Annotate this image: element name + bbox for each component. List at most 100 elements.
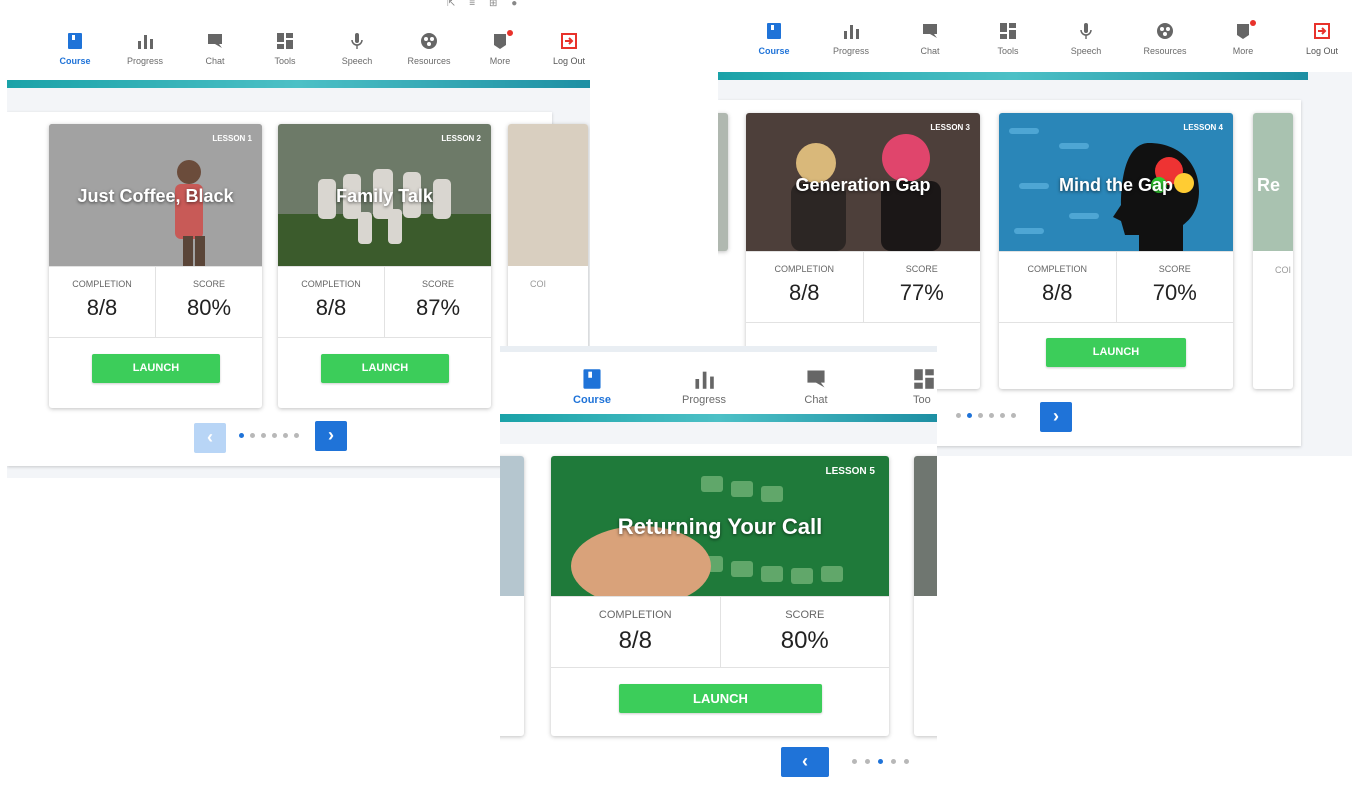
- lesson-number: LESSON 5: [825, 466, 875, 477]
- score-value: 70%: [1152, 280, 1197, 305]
- carousel-dot[interactable]: [978, 413, 983, 418]
- nav-progress[interactable]: Progress: [811, 12, 891, 56]
- notification-badge: [1250, 20, 1256, 26]
- nav-chat[interactable]: Chat: [175, 22, 255, 66]
- nav-chat-label: Chat: [920, 46, 940, 56]
- nav-tools[interactable]: Tools: [968, 12, 1048, 56]
- carousel-dot[interactable]: [283, 433, 288, 438]
- carousel-dots: [956, 413, 1016, 418]
- prev-button[interactable]: ‹: [194, 423, 226, 453]
- carousel-dot[interactable]: [956, 413, 961, 418]
- nav-progress[interactable]: Progress: [654, 364, 754, 406]
- lesson-image: [508, 124, 588, 266]
- completion-stat: COMPLETION 8/8: [746, 252, 863, 322]
- next-button[interactable]: ›: [1040, 402, 1072, 432]
- lesson-card-partial: [500, 456, 524, 736]
- nav-more-label: More: [489, 56, 511, 66]
- completion-value: 8/8: [86, 295, 118, 320]
- next-button[interactable]: ›: [315, 421, 347, 451]
- carousel-dot[interactable]: [878, 759, 883, 764]
- nav-progress[interactable]: Progress: [105, 22, 185, 66]
- lesson-title: Family Talk: [336, 186, 433, 206]
- carousel-dot[interactable]: [865, 759, 870, 764]
- launch-button[interactable]: LAUNCH: [1046, 338, 1186, 367]
- screenshot-lesson-5: Course Progress Chat Too LESSON 5 Return…: [500, 346, 937, 787]
- carousel-dot[interactable]: [852, 759, 857, 764]
- completion-value: 8/8: [618, 627, 652, 654]
- nav-tools-label: Too: [913, 394, 931, 406]
- logout-icon: [1314, 23, 1330, 39]
- nav-logout[interactable]: Log Out: [529, 22, 590, 66]
- carousel-dot[interactable]: [250, 433, 255, 438]
- score-stat: SCORE 87%: [384, 267, 491, 337]
- course-book-icon: [68, 33, 82, 49]
- tools-grid-icon: [277, 33, 293, 49]
- nav-course[interactable]: Course: [734, 12, 814, 56]
- launch-button[interactable]: LAUNCH: [619, 684, 822, 713]
- lesson-number: LESSON 3: [930, 123, 970, 132]
- score-label: SCORE: [192, 279, 225, 289]
- carousel-dot[interactable]: [294, 433, 299, 438]
- chat-bubble-icon: [807, 370, 825, 388]
- carousel-dot[interactable]: [904, 759, 909, 764]
- launch-button[interactable]: LAUNCH: [321, 354, 449, 383]
- nav-speech[interactable]: Speech: [317, 22, 397, 66]
- teal-banner: [500, 414, 937, 422]
- lesson-card: LESSON 5 Returning Your Call COMPLETION 8…: [551, 456, 889, 736]
- nav-more-label: More: [1232, 46, 1254, 56]
- lesson-title-partial: Re: [1257, 175, 1281, 195]
- carousel-dots: [239, 433, 299, 438]
- course-book-icon: [767, 23, 781, 39]
- nav-chat[interactable]: Chat: [776, 364, 856, 406]
- lesson-card: LESSON 2 Family Talk COMPLETION 8/8 SCORE…: [278, 124, 491, 408]
- prev-button[interactable]: ‹: [781, 747, 829, 777]
- nav-tools[interactable]: Tools: [245, 22, 325, 66]
- nav-tools-label: Tools: [274, 56, 296, 66]
- nav-tools-label: Tools: [997, 46, 1019, 56]
- carousel-dot[interactable]: [1000, 413, 1005, 418]
- completion-value: 8/8: [1041, 280, 1073, 305]
- nav-logout[interactable]: Log Out: [1282, 12, 1352, 56]
- completion-label: COMPLETION: [1027, 264, 1087, 274]
- teal-banner: [7, 80, 590, 88]
- carousel-dot[interactable]: [272, 433, 277, 438]
- launch-button[interactable]: LAUNCH: [92, 354, 220, 383]
- completion-label: COMPLETION: [301, 279, 361, 289]
- page-background: [500, 422, 937, 444]
- carousel-dot[interactable]: [967, 413, 972, 418]
- score-value: 87%: [415, 295, 461, 320]
- completion-label-partial: COI: [1275, 265, 1292, 275]
- completion-stat: COMPLETION 8/8: [49, 267, 155, 337]
- carousel-dot[interactable]: [1011, 413, 1016, 418]
- carousel-dot[interactable]: [239, 433, 244, 438]
- nav-course[interactable]: Course: [35, 22, 115, 66]
- score-label: SCORE: [785, 609, 825, 621]
- lesson-stats: COMPLETION 8/8 SCORE 80%: [551, 596, 889, 668]
- nav-resources[interactable]: Resources: [389, 22, 469, 66]
- nav-chat-label: Chat: [804, 394, 828, 406]
- chat-bubble-icon: [208, 34, 222, 48]
- nav-logout-label: Log Out: [552, 56, 586, 66]
- nav-progress-label: Progress: [832, 46, 869, 56]
- nav-resources[interactable]: Resources: [1125, 12, 1205, 56]
- nav-progress-label: Progress: [126, 56, 163, 66]
- completion-label: COMPLETION: [72, 279, 132, 289]
- carousel-dot[interactable]: [989, 413, 994, 418]
- nav-resources-label: Resources: [1143, 46, 1187, 56]
- nav-more[interactable]: More: [1203, 12, 1283, 56]
- nav-chat[interactable]: Chat: [890, 12, 970, 56]
- nav-progress-label: Progress: [681, 394, 727, 406]
- nav-course-label: Course: [59, 56, 91, 66]
- nav-tools[interactable]: Too: [913, 364, 937, 406]
- lesson-card: LESSON 4 Mind the Gap COMPLETION 8/8 SCOR…: [999, 113, 1233, 389]
- lesson-card-partial: [718, 113, 728, 251]
- more-badge-icon: [494, 34, 506, 49]
- nav-course[interactable]: Course: [552, 364, 632, 406]
- resources-icon: [421, 33, 437, 49]
- nav-speech[interactable]: Speech: [1046, 12, 1126, 56]
- nav-more[interactable]: More: [460, 22, 540, 66]
- tools-grid-icon: [1000, 23, 1016, 39]
- carousel-dot[interactable]: [261, 433, 266, 438]
- carousel-dot[interactable]: [891, 759, 896, 764]
- lesson-title: Mind the Gap: [1059, 175, 1173, 195]
